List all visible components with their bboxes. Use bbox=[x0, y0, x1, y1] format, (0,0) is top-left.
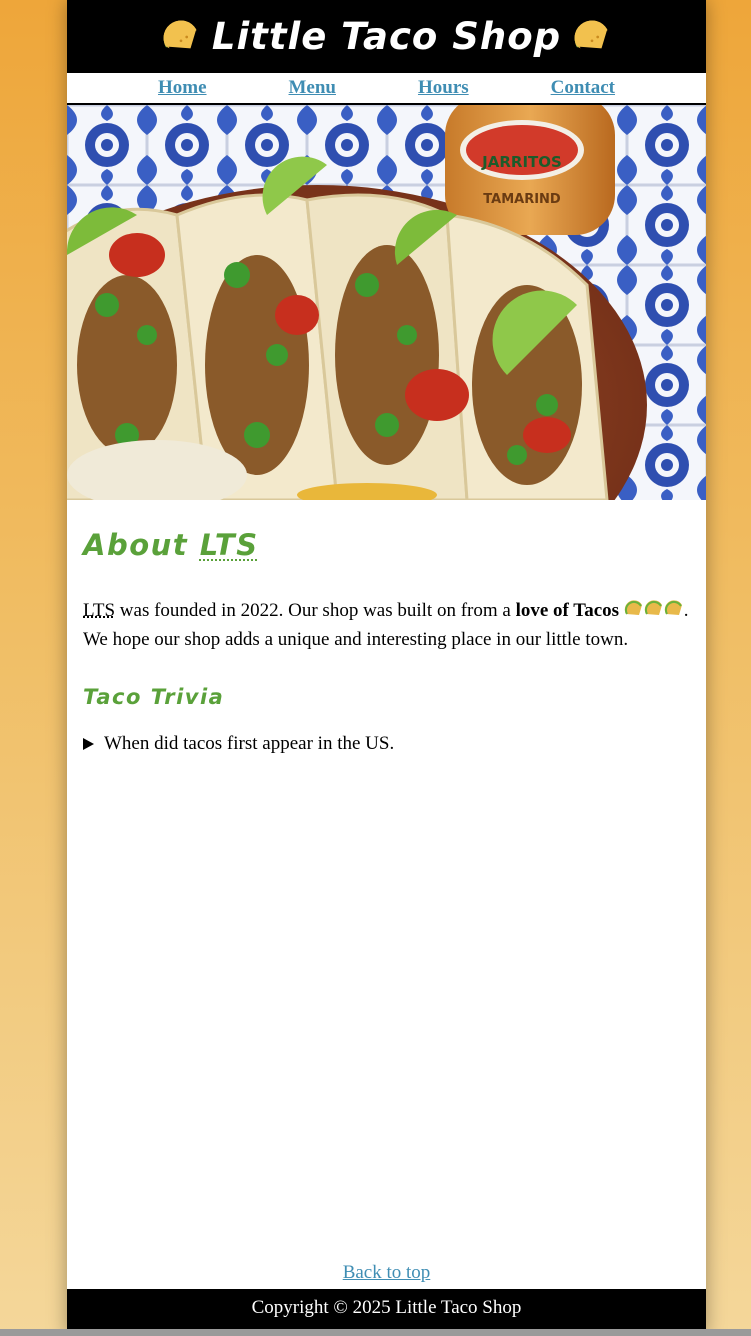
top-nav: Home Menu Hours Contact bbox=[67, 73, 706, 105]
main-content: About LTS LTS was founded in 2022. Our s… bbox=[67, 528, 706, 755]
lts-abbr: LTS bbox=[83, 600, 116, 621]
taco-icon bbox=[624, 600, 642, 615]
about-text-bold: love of Tacos bbox=[515, 600, 620, 621]
taco-photo: JARRITOS TAMARIND bbox=[67, 105, 706, 500]
taco-icon bbox=[644, 600, 662, 615]
bottom-bar bbox=[0, 1329, 751, 1336]
about-heading-prefix: About bbox=[83, 528, 189, 562]
trivia-toggle[interactable]: When did tacos first appear in the US. bbox=[83, 733, 690, 755]
nav-link-menu[interactable]: Menu bbox=[289, 77, 337, 99]
nav-link-home[interactable]: Home bbox=[158, 77, 207, 99]
trivia-question: When did tacos first appear in the US. bbox=[104, 733, 395, 754]
bottle-label-top: JARRITOS bbox=[481, 153, 562, 171]
site-header: Little Taco Shop bbox=[67, 0, 706, 73]
taco-icon bbox=[574, 20, 608, 48]
nav-link-hours[interactable]: Hours bbox=[418, 77, 469, 99]
taco-icon bbox=[163, 20, 197, 48]
nav-link-contact[interactable]: Contact bbox=[551, 77, 615, 99]
taco-icon bbox=[664, 600, 682, 615]
back-to-top-wrapper: Back to top bbox=[67, 1262, 706, 1284]
trivia-heading: Taco Trivia bbox=[83, 685, 225, 709]
page-container: Little Taco Shop Home Menu Hours Contact bbox=[67, 0, 706, 1336]
hero-image: JARRITOS TAMARIND bbox=[67, 105, 706, 500]
back-to-top-link[interactable]: Back to top bbox=[343, 1262, 431, 1283]
disclosure-triangle-icon bbox=[83, 738, 94, 750]
bottle-label-bottom: TAMARIND bbox=[483, 192, 561, 207]
site-title: Little Taco Shop bbox=[211, 15, 562, 58]
about-text-part1: was founded in 2022. Our shop was built … bbox=[119, 600, 511, 621]
about-heading: About LTS bbox=[83, 528, 690, 562]
about-paragraph: LTS was founded in 2022. Our shop was bu… bbox=[83, 596, 690, 654]
about-heading-abbr: LTS bbox=[199, 528, 259, 562]
